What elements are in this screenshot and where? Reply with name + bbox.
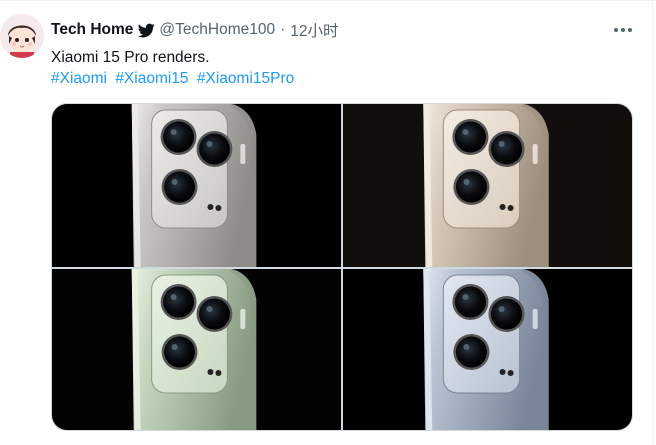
tweet-header: Tech Home @TechHome100 · 12小时 xyxy=(51,19,339,41)
tweet-text: Xiaomi 15 Pro renders. xyxy=(51,49,210,66)
divider-right xyxy=(652,0,653,445)
separator-dot: · xyxy=(280,21,286,38)
author-handle[interactable]: @TechHome100 xyxy=(159,21,275,39)
phone-render-image xyxy=(343,269,632,430)
phone-render-image xyxy=(52,269,341,430)
hashtag-link[interactable]: #Xiaomi15Pro xyxy=(197,70,294,87)
phone-render-image xyxy=(343,104,632,267)
timestamp[interactable]: 12小时 xyxy=(290,19,338,41)
phone-render-image xyxy=(52,104,341,267)
photo-1[interactable] xyxy=(52,104,341,267)
twitter-bird-icon xyxy=(138,23,156,37)
hashtag-link[interactable]: #Xiaomi xyxy=(51,70,107,87)
tweet[interactable]: Tech Home @TechHome100 · 12小时 Xiaomi 15 … xyxy=(0,0,656,445)
photo-4[interactable] xyxy=(343,269,632,430)
photo-2[interactable] xyxy=(343,104,632,267)
media-grid xyxy=(51,103,633,431)
hashtag-list: #Xiaomi #Xiaomi15 #Xiaomi15Pro xyxy=(51,69,298,89)
photo-3[interactable] xyxy=(52,269,341,430)
hashtag-link[interactable]: #Xiaomi15 xyxy=(115,70,188,87)
more-horizontal-icon[interactable] xyxy=(611,19,635,41)
avatar[interactable] xyxy=(0,14,44,58)
author-name[interactable]: Tech Home xyxy=(51,21,133,39)
divider-top xyxy=(0,0,656,1)
